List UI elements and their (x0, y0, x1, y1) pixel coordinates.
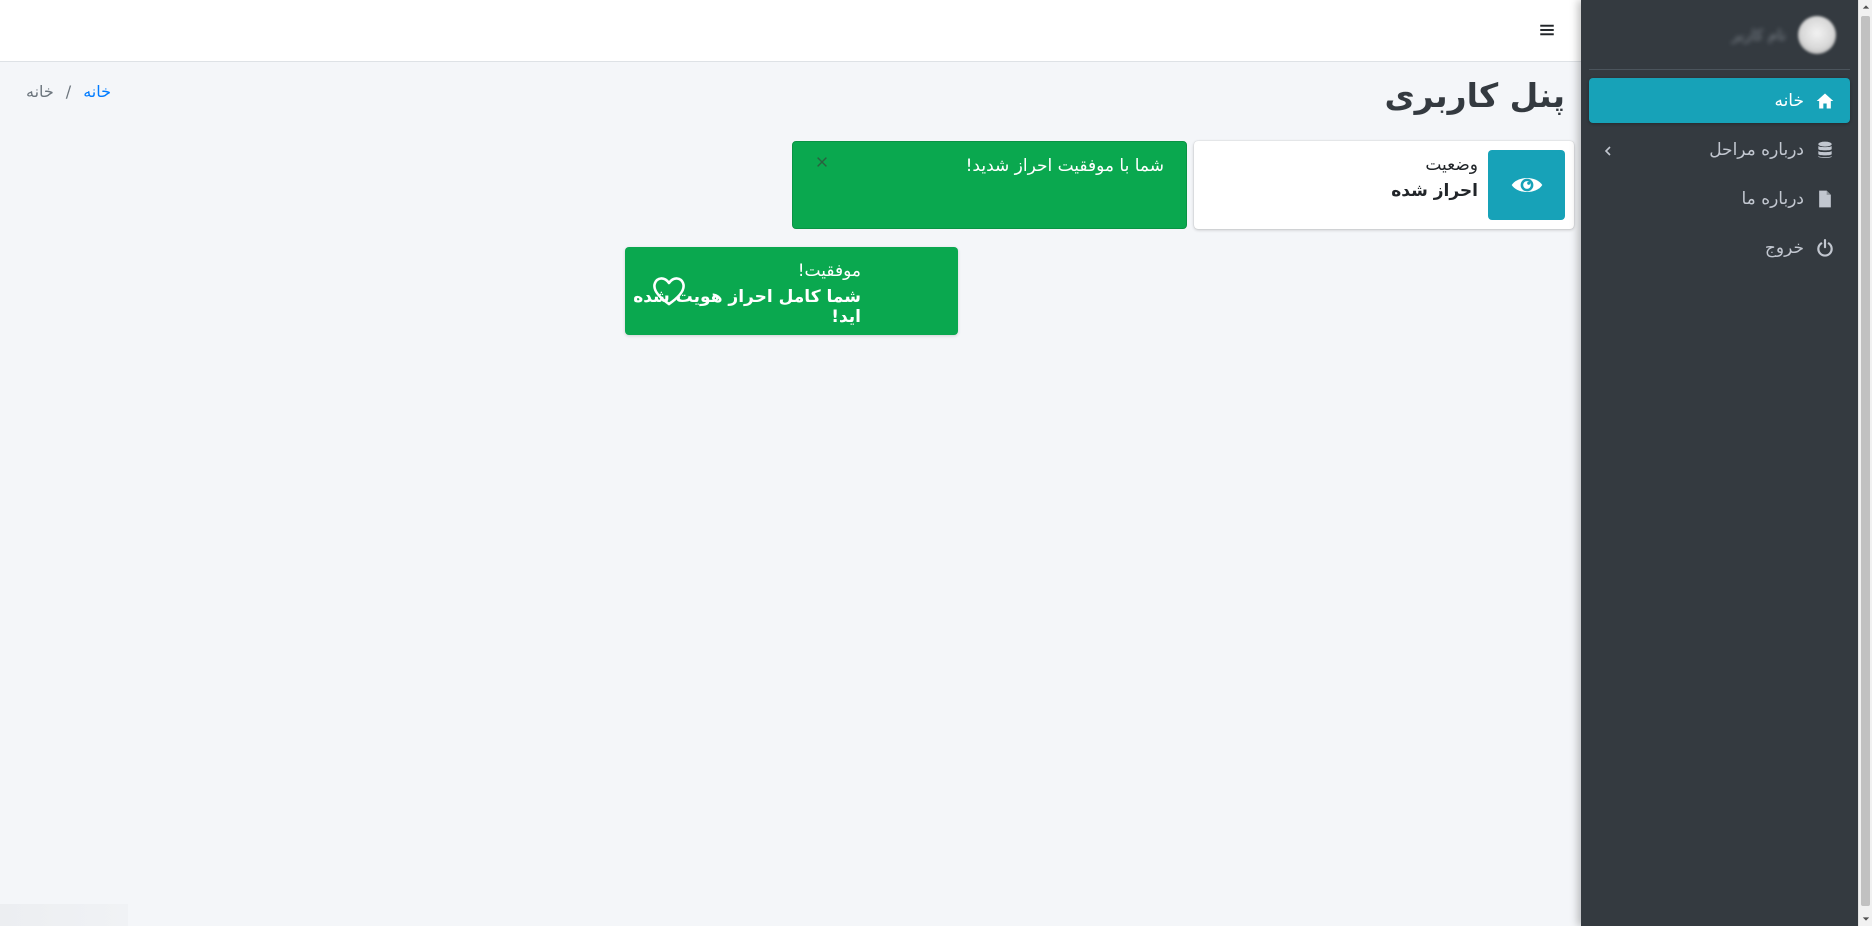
success-box-title: موفقیت! (797, 261, 861, 281)
sidebar-item-logout[interactable]: خروج (1589, 225, 1850, 270)
database-icon (1812, 137, 1838, 163)
scroll-up-arrow-icon[interactable] (1859, 0, 1872, 14)
user-name[interactable]: نام کاربر (1732, 26, 1786, 44)
page-scrollbar[interactable] (1858, 0, 1872, 926)
success-alert: شما با موفقیت احراز شدید! (792, 141, 1187, 229)
sidebar-item-steps[interactable]: درباره مراحل (1589, 127, 1850, 172)
sidebar-item-home[interactable]: خانه (1589, 78, 1850, 123)
main-content: پنل کاربری خانه / خانه وضعیت احراز شده ش… (0, 62, 1583, 926)
sidebar-item-about[interactable]: درباره ما (1589, 176, 1850, 221)
status-value: احراز شده (1391, 181, 1478, 201)
heart-icon (651, 273, 687, 309)
scrollbar-thumb[interactable] (1861, 16, 1870, 906)
sidebar-item-label: درباره مراحل (1709, 139, 1804, 160)
sidebar-item-label: خروج (1764, 237, 1804, 258)
status-info-box: وضعیت احراز شده (1194, 141, 1574, 229)
breadcrumb-separator: / (65, 82, 72, 101)
user-panel[interactable]: نام کاربر (1589, 0, 1850, 70)
sidebar-nav: خانه درباره مراحل درباره ما خروج (1581, 70, 1858, 270)
close-icon[interactable] (813, 154, 829, 170)
alert-message: شما با موفقیت احراز شدید! (965, 156, 1164, 176)
breadcrumb: خانه / خانه (26, 82, 111, 101)
breadcrumb-home-link[interactable]: خانه (83, 82, 111, 101)
page-title: پنل کاربری (1384, 76, 1565, 115)
scroll-down-arrow-icon[interactable] (1859, 912, 1872, 926)
top-navbar (0, 0, 1583, 62)
file-icon (1812, 186, 1838, 212)
chevron-left-icon (1601, 143, 1615, 157)
sidebar: نام کاربر خانه درباره مراحل درباره ما خر… (1581, 0, 1858, 926)
sidebar-item-label: خانه (1774, 90, 1804, 111)
bottom-left-fade (0, 904, 128, 926)
avatar[interactable] (1798, 15, 1836, 54)
status-label: وضعیت (1425, 155, 1478, 175)
success-box: موفقیت! شما کامل احراز هویت شده اید! (625, 247, 958, 335)
menu-toggle-icon[interactable] (1535, 18, 1559, 42)
sidebar-item-label: درباره ما (1741, 188, 1805, 209)
eye-icon (1488, 150, 1565, 220)
power-icon (1812, 235, 1838, 261)
breadcrumb-current: خانه (26, 82, 54, 101)
home-icon (1812, 88, 1838, 114)
